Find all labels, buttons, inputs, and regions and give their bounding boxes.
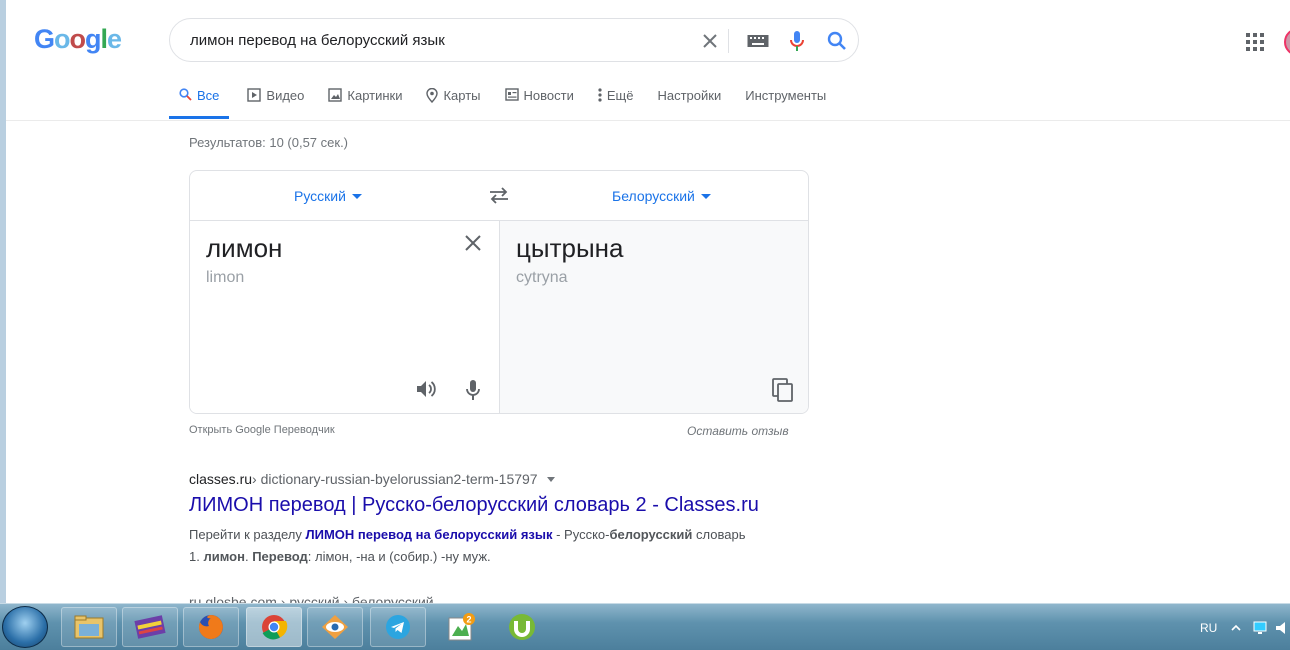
image-icon <box>328 88 343 102</box>
tab-all[interactable]: Все <box>169 88 230 119</box>
news-icon <box>504 88 519 101</box>
tab-more[interactable]: Ещё <box>598 88 634 119</box>
source-language-label: Русский <box>294 188 346 204</box>
chevron-down-icon <box>700 193 711 199</box>
start-button[interactable] <box>2 606 48 648</box>
open-translate-link[interactable]: Открыть Google Переводчик <box>189 424 335 436</box>
search-box[interactable]: лимон перевод на белорусский язык <box>169 18 859 62</box>
result-snippet: Перейти к разделу ЛИМОН перевод на белор… <box>189 524 809 568</box>
tab-label: Инструменты <box>745 88 827 103</box>
result-title-link[interactable]: ЛИМОН перевод | Русско-белорусский слова… <box>189 494 759 517</box>
search-icon <box>179 88 192 101</box>
tab-label: Все <box>197 88 220 103</box>
copy-icon[interactable] <box>772 378 794 407</box>
microphone-icon[interactable] <box>466 379 480 406</box>
more-vert-icon <box>598 88 602 102</box>
source-language-select[interactable]: Русский <box>294 188 362 204</box>
file-explorer-icon[interactable] <box>61 607 117 647</box>
snippet-bold: белорусский <box>609 527 693 542</box>
tab-label: Карты <box>443 88 481 103</box>
search-divider <box>728 29 729 53</box>
second-result-url[interactable]: ru.glosbe.com › русский › белорусский <box>189 594 434 603</box>
tab-label: Новости <box>523 88 574 103</box>
result-path: › dictionary-russian-byelorussian2-term-… <box>252 471 538 487</box>
snippet-bold: Перевод <box>252 549 308 564</box>
tray-area[interactable] <box>1230 620 1290 639</box>
chevron-down-icon <box>351 193 362 199</box>
firefox-icon[interactable] <box>183 607 239 647</box>
snippet-text: 1. <box>189 549 204 564</box>
eye-app-icon[interactable] <box>307 607 363 647</box>
source-transliteration: limon <box>206 269 245 286</box>
source-text-pane[interactable]: лимон limon <box>190 221 500 413</box>
result-domain: classes.ru <box>189 471 253 487</box>
account-avatar[interactable] <box>1284 28 1290 56</box>
speaker-icon[interactable] <box>415 379 437 404</box>
snippet-text: словарь <box>692 527 746 542</box>
tab-label: Ещё <box>606 88 634 103</box>
source-word[interactable]: лимон <box>206 233 282 264</box>
target-language-select[interactable]: Белорусский <box>612 188 711 204</box>
chevron-down-icon[interactable] <box>546 476 555 482</box>
apps-grid-icon[interactable] <box>1246 33 1264 56</box>
result-url[interactable]: classes.ru › dictionary-russian-byelorus… <box>189 471 555 487</box>
tab-label: Настройки <box>657 88 722 103</box>
translate-header: Русский Белорусский <box>190 171 808 221</box>
snippet-section-link[interactable]: ЛИМОН перевод на белорусский язык <box>306 527 553 542</box>
target-transliteration: cytryna <box>516 269 568 286</box>
target-word: цытрына <box>516 233 624 263</box>
voice-search-icon[interactable] <box>785 29 809 53</box>
clear-search-icon[interactable] <box>698 29 722 53</box>
tab-tools[interactable]: Инструменты <box>745 88 826 119</box>
utorrent-icon[interactable] <box>494 607 550 647</box>
target-text-pane: цытрына cytryna <box>500 221 808 413</box>
archive-icon[interactable] <box>122 607 178 647</box>
translate-widget: Русский Белорусский лимон limon цытрына … <box>189 170 809 414</box>
close-icon[interactable] <box>465 235 481 256</box>
notes-app-icon[interactable]: 2 <box>433 607 489 647</box>
search-icon[interactable] <box>825 29 849 53</box>
snippet-bold: лимон <box>203 549 245 564</box>
snippet-text: Перейти к разделу <box>189 527 306 542</box>
keyboard-icon[interactable] <box>746 29 770 53</box>
tab-label: Картинки <box>347 88 403 103</box>
chrome-icon[interactable] <box>246 607 302 647</box>
tab-label: Видео <box>266 88 305 103</box>
search-input[interactable]: лимон перевод на белорусский язык <box>190 32 445 49</box>
result-stats: Результатов: 10 (0,57 сек.) <box>189 135 349 150</box>
tab-video[interactable]: Видео <box>247 88 304 119</box>
target-language-label: Белорусский <box>612 188 695 204</box>
snippet-text: - Русско- <box>552 527 610 542</box>
language-indicator[interactable]: RU <box>1200 621 1217 635</box>
taskbar: 2 RU <box>0 603 1290 650</box>
video-icon <box>247 88 262 102</box>
tab-maps[interactable]: Карты <box>426 88 481 119</box>
google-logo[interactable]: Google <box>34 24 122 55</box>
tab-settings[interactable]: Настройки <box>657 88 721 119</box>
tabs-divider <box>6 120 1290 121</box>
tab-news[interactable]: Новости <box>504 88 574 119</box>
snippet-text: : лімон, -на и (собир.) -ну муж. <box>307 549 491 564</box>
feedback-link[interactable]: Оставить отзыв <box>687 424 789 438</box>
browser-window: Google лимон перевод на белорусский язык… <box>0 0 1290 603</box>
map-pin-icon <box>426 88 439 103</box>
swap-languages-icon[interactable] <box>488 185 510 210</box>
search-tabs: Все Видео Картинки Карты Новости Ещё Нас… <box>169 88 850 120</box>
tab-images[interactable]: Картинки <box>328 88 402 119</box>
svg-text:2: 2 <box>467 615 472 625</box>
telegram-icon[interactable] <box>370 607 426 647</box>
